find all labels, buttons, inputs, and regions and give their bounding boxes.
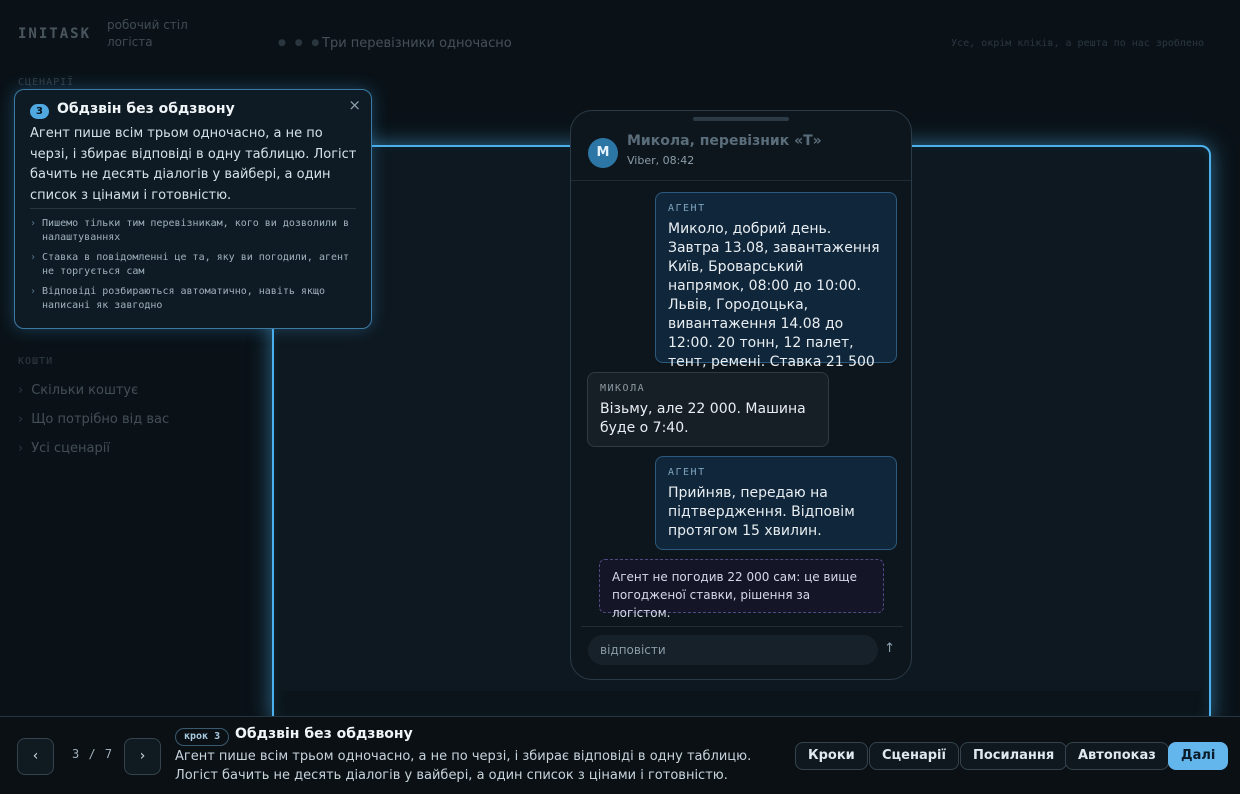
sidebar-section-costs: КОШТИ xyxy=(18,356,54,367)
autoplay-button[interactable]: Автопоказ xyxy=(1065,742,1169,770)
chat-header: М Микола, перевізник «Т» Viber, 08:42 xyxy=(571,131,911,181)
step-title: Обдзвін без обдзвону xyxy=(235,726,413,742)
tour-footer: ‹ 3 / 7 › крок 3 Обдзвін без обдзвону Аг… xyxy=(0,716,1240,794)
message-author: АГЕНТ xyxy=(668,203,706,214)
chevron-right-icon: › xyxy=(18,412,24,427)
message-author: МИКОЛА xyxy=(600,383,646,394)
chat-message-agent: АГЕНТ Миколо, добрий день. Завтра 13.08,… xyxy=(655,192,897,389)
agent-note: Агент не погодив 22 000 сам: це вище пог… xyxy=(599,559,884,620)
step-tooltip: 3 Обдзвін без обдзвону × Агент пише всім… xyxy=(14,89,372,329)
chat-message-driver: МИКОЛА Візьму, але 22 000. Машина буде о… xyxy=(587,372,829,447)
reply-bar: ↑ xyxy=(581,626,903,679)
chat-phone: М Микола, перевізник «Т» Viber, 08:42 АГ… xyxy=(570,110,912,680)
window-dots: ● ● ● xyxy=(278,38,323,48)
chevron-right-icon: › xyxy=(18,383,24,398)
sidebar-link-all-scenarios[interactable]: › Усі сценарії xyxy=(18,441,110,456)
step-description: Агент пише всім трьом одночасно, а не по… xyxy=(175,749,752,783)
sidebar-section-scenarios: СЦЕНАРІЇ xyxy=(18,77,75,88)
avatar: М xyxy=(588,138,618,168)
tooltip-body: Агент пише всім трьом одночасно, а не по… xyxy=(30,126,357,203)
next-step-arrow-button[interactable]: › xyxy=(124,738,161,775)
step-number-badge: 3 xyxy=(30,104,49,119)
sidebar-link-requirements[interactable]: › Що потрібно від вас xyxy=(18,412,169,427)
topbar-hint: Усе, окрім кліків, а решта по нас зробле… xyxy=(951,38,1204,49)
chevron-right-icon: › xyxy=(30,286,37,297)
list-item: › Ставка в повідомленні це та, яку ви пог… xyxy=(30,252,350,277)
sidebar-link-cost[interactable]: › Скільки коштує xyxy=(18,383,138,398)
chevron-right-icon: › xyxy=(30,252,37,263)
tooltip-bullets: › Пишемо тільки тим перевізникам, кого ви… xyxy=(30,217,360,319)
step-badge: крок 3 xyxy=(175,728,230,746)
contact-name: Микола, перевізник «Т» xyxy=(627,133,822,149)
chevron-right-icon: › xyxy=(18,441,24,456)
contact-meta: Viber, 08:42 xyxy=(627,154,695,167)
step-counter: 3 / 7 xyxy=(72,747,114,761)
list-item: › Відповіді розбираються автоматично, нав… xyxy=(30,286,325,311)
tooltip-divider xyxy=(30,208,356,209)
reply-input[interactable] xyxy=(588,635,878,665)
steps-button[interactable]: Кроки xyxy=(795,742,868,770)
message-author: АГЕНТ xyxy=(668,467,706,478)
send-arrow-icon[interactable]: ↑ xyxy=(884,641,895,656)
close-icon[interactable]: × xyxy=(348,96,361,114)
message-text: Візьму, але 22 000. Машина буде о 7:40. xyxy=(600,401,806,436)
tooltip-title: Обдзвін без обдзвону xyxy=(57,101,235,117)
chevron-right-icon: › xyxy=(30,218,37,229)
message-text: Миколо, добрий день. Завтра 13.08, заван… xyxy=(668,221,880,389)
list-item: › Пишемо тільки тим перевізникам, кого ви… xyxy=(30,218,350,243)
links-button[interactable]: Посилання xyxy=(960,742,1068,770)
brand-subtitle: робочий стіл логіста xyxy=(107,18,188,49)
message-text: Прийняв, передаю на підтвердження. Відпо… xyxy=(668,485,855,539)
chat-message-agent: АГЕНТ Прийняв, передаю на підтвердження.… xyxy=(655,456,897,550)
scenarios-button[interactable]: Сценарії xyxy=(869,742,959,770)
brand-logo: INITASK xyxy=(18,26,92,42)
next-button[interactable]: Далі xyxy=(1168,742,1229,770)
prev-step-button[interactable]: ‹ xyxy=(17,738,54,775)
phone-notch xyxy=(693,117,789,121)
scenario-title: Три перевізники одночасно xyxy=(322,36,512,51)
